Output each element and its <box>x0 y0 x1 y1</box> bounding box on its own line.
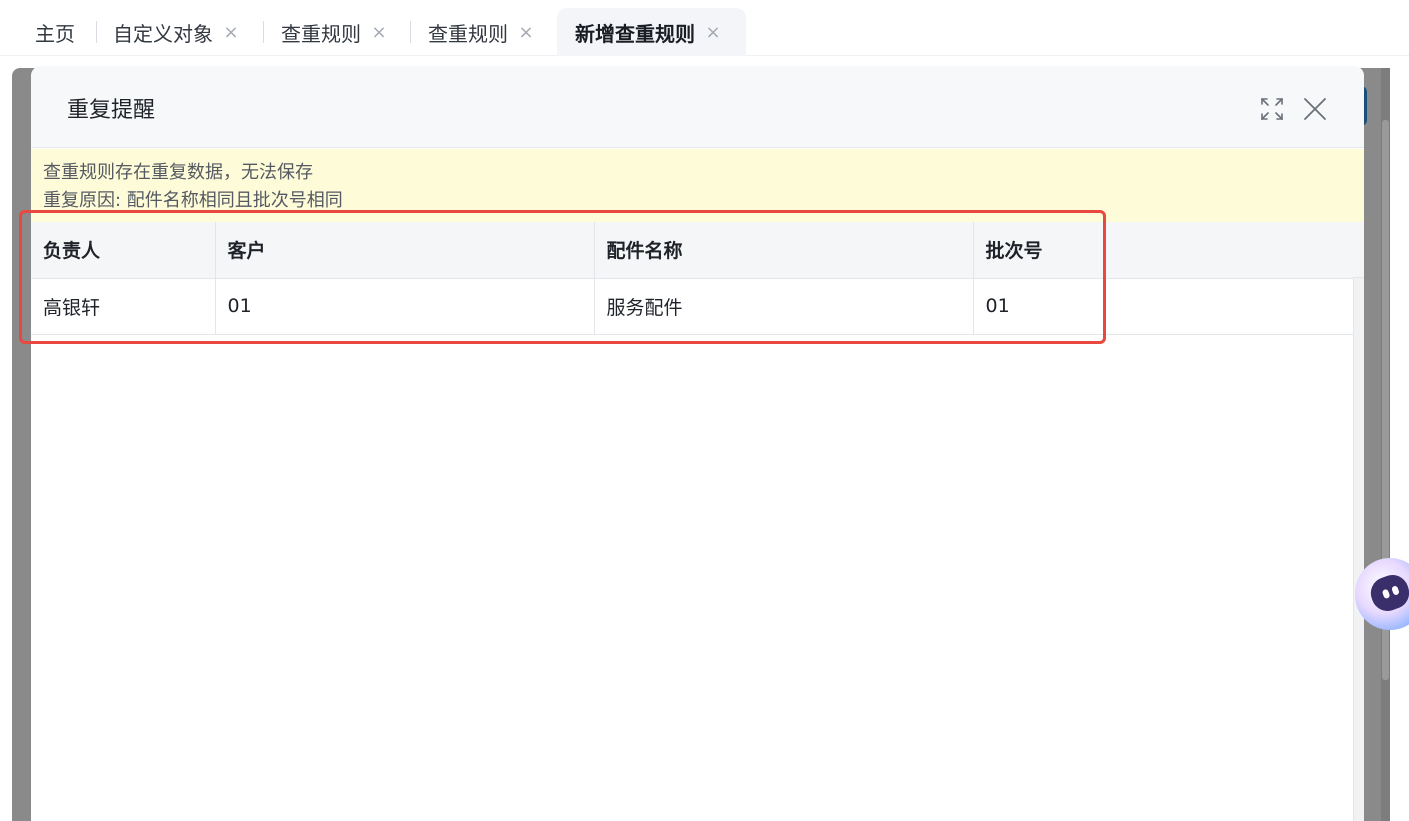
tab-label: 新增查重规则 <box>575 21 695 46</box>
dialog-header: 重复提醒 <box>31 66 1364 148</box>
tab-bar: 主页 自定义对象 × 查重规则 × 查重规则 × 新增查重规则 × <box>0 0 1409 56</box>
duplicate-warning-dialog: 重复提醒 查重规则存在重复数据，无法保存 重复原因: 配件名称相同且批次号相同 <box>31 66 1364 821</box>
cell-part-name: 服务配件 <box>593 277 974 335</box>
tab-label: 查重规则 <box>281 21 361 46</box>
tab-dedupe-rule-2[interactable]: 查重规则 × <box>428 8 534 56</box>
tab-divider <box>96 21 97 43</box>
tab-new-dedupe-rule[interactable]: 新增查重规则 × <box>557 8 746 56</box>
close-icon[interactable]: × <box>371 22 387 43</box>
close-icon[interactable]: × <box>223 22 239 43</box>
assistant-eye <box>1391 585 1400 596</box>
duplicate-warning-message: 查重规则存在重复数据，无法保存 重复原因: 配件名称相同且批次号相同 <box>31 149 1364 222</box>
table-row[interactable]: 高银轩 01 服务配件 01 <box>31 277 1354 335</box>
duplicate-records-table: 负责人 客户 配件名称 批次号 高银轩 01 服务配件 01 <box>31 222 1354 335</box>
close-icon[interactable]: × <box>705 22 721 43</box>
cell-owner: 高银轩 <box>31 277 216 335</box>
close-icon[interactable]: × <box>518 22 534 43</box>
cell-batch-no: 01 <box>972 277 1103 335</box>
expand-icon[interactable] <box>1260 97 1284 121</box>
warning-line-2: 重复原因: 配件名称相同且批次号相同 <box>43 190 343 211</box>
assistant-eye <box>1381 588 1391 600</box>
dialog-scrollbar[interactable] <box>1353 278 1364 821</box>
tab-label: 主页 <box>35 21 75 46</box>
column-header-batch-no[interactable]: 批次号 <box>972 222 1104 279</box>
table-header-row: 负责人 客户 配件名称 批次号 <box>31 222 1353 279</box>
tab-custom-object[interactable]: 自定义对象 × <box>113 8 239 56</box>
tab-label: 自定义对象 <box>113 21 213 46</box>
column-header-part-name[interactable]: 配件名称 <box>593 222 974 279</box>
cell-spacer <box>1103 277 1354 335</box>
tab-dedupe-rule-1[interactable]: 查重规则 × <box>281 8 387 56</box>
column-header-customer[interactable]: 客户 <box>214 222 595 279</box>
cell-customer: 01 <box>214 277 595 335</box>
tab-home[interactable]: 主页 <box>35 8 75 56</box>
column-header-owner[interactable]: 负责人 <box>31 222 216 279</box>
tab-divider <box>263 21 264 43</box>
dialog-title: 重复提醒 <box>67 98 156 123</box>
warning-line-1: 查重规则存在重复数据，无法保存 <box>43 162 313 183</box>
assistant-face <box>1366 570 1409 616</box>
tab-label: 查重规则 <box>428 21 508 46</box>
tab-divider <box>410 21 411 43</box>
column-header-spacer <box>1102 222 1353 279</box>
close-icon[interactable] <box>1303 97 1327 121</box>
